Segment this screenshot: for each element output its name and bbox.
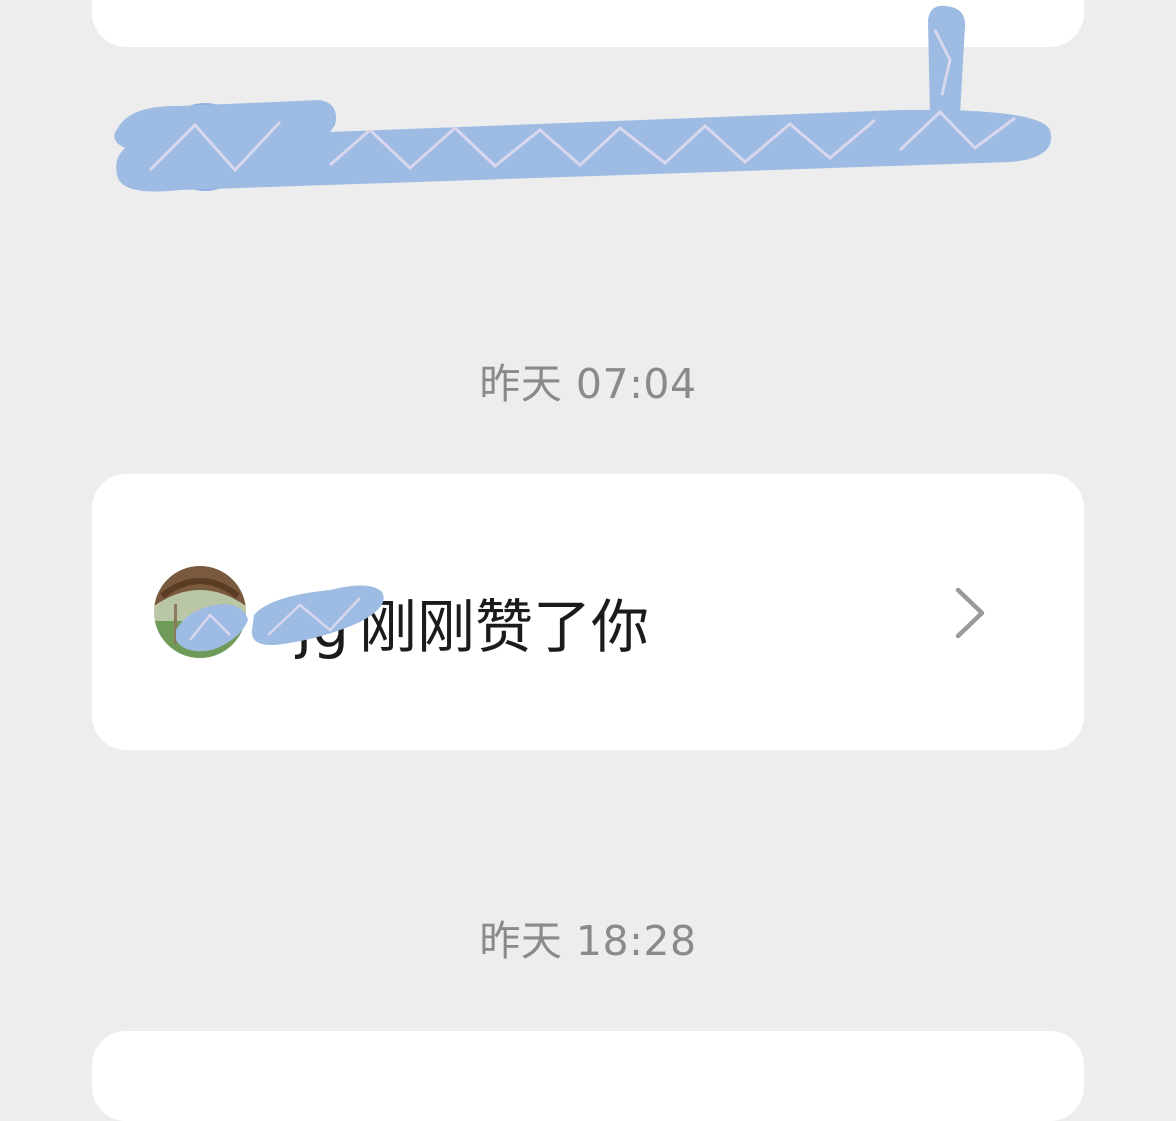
notification-card-previous[interactable]	[92, 0, 1084, 47]
timestamp-label: 昨天 18:28	[479, 917, 697, 965]
username-fragment: jg	[296, 593, 349, 661]
like-action-text: 刚刚赞了你	[358, 593, 649, 661]
user-avatar[interactable]	[154, 566, 246, 658]
timestamp-label: 昨天 07:04	[479, 360, 697, 408]
like-notification-text: jg 刚刚赞了你	[296, 580, 649, 664]
avatar-image	[154, 566, 246, 658]
chevron-right-icon[interactable]	[950, 586, 990, 640]
notification-card-next[interactable]	[92, 1031, 1084, 1121]
